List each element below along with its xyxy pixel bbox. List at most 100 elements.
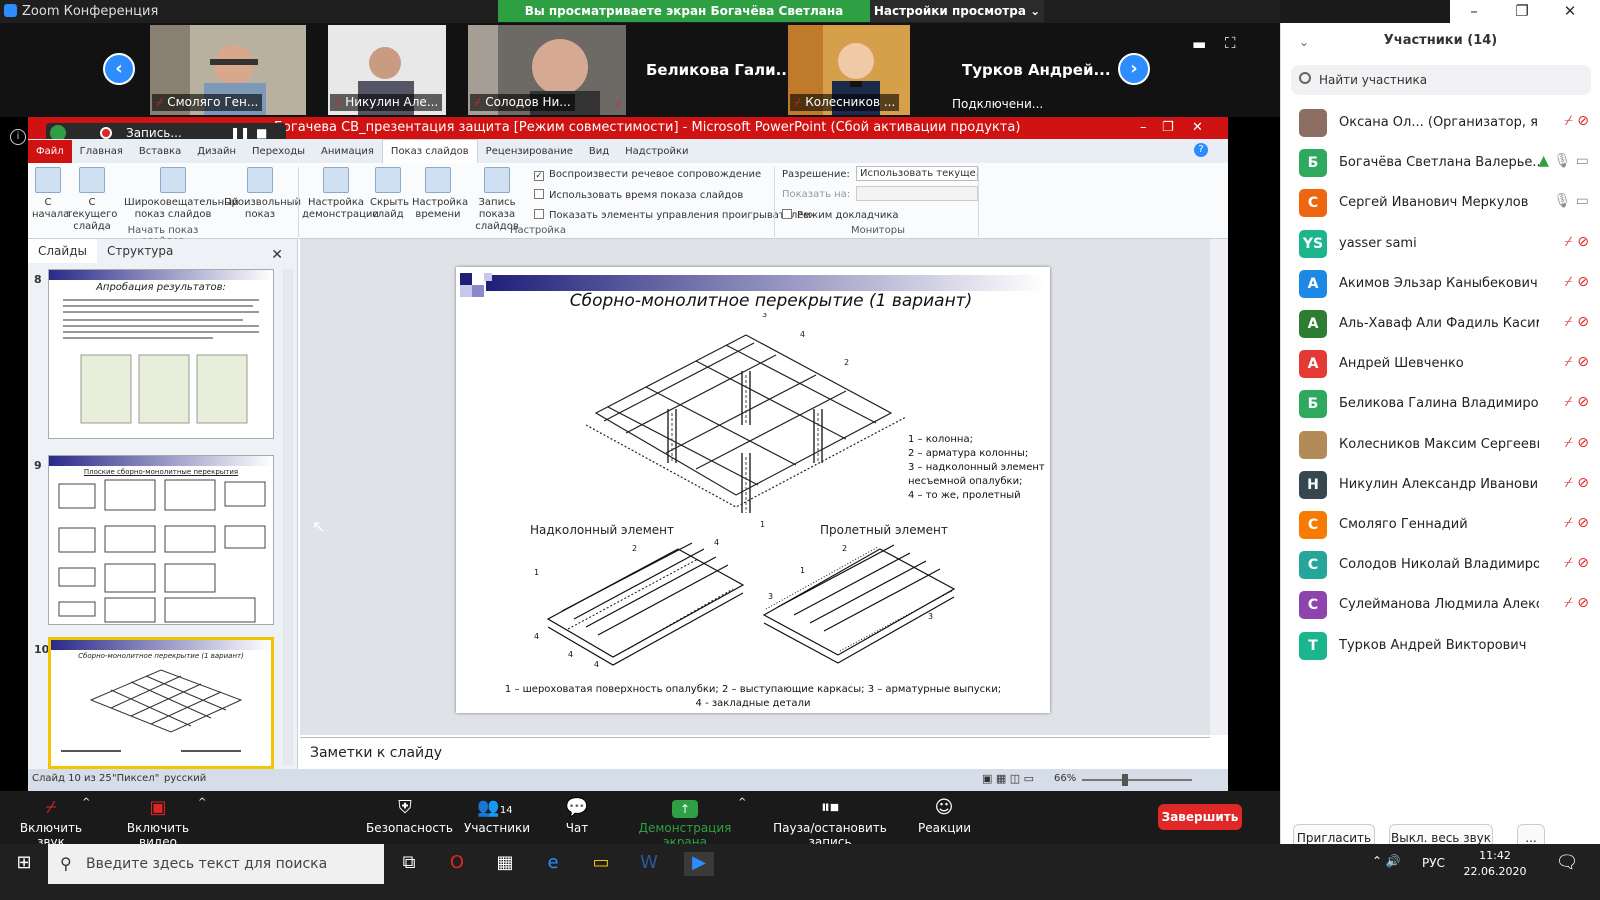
tab-home[interactable]: Главная [72,140,131,163]
presenter-view-checkbox[interactable]: Режим докладчика [782,209,899,221]
participant-row[interactable]: Т Турков Андрей Викторович [1281,626,1600,666]
resolution-select[interactable]: Использовать текуще... [856,166,978,181]
record-show-button[interactable]: Запись показа слайдов [464,167,530,233]
tab-insert[interactable]: Вставка [131,140,189,163]
help-icon[interactable]: ? [1194,143,1208,157]
narration-checkbox[interactable]: ✓ Воспроизвести речевое сопровождение [534,169,761,181]
participant-row[interactable]: Б Беликова Галина Владимировна ⌿ ⊘ [1281,384,1600,424]
custom-show-button[interactable]: Произвольный показ [224,167,301,221]
video-tile[interactable]: ⌿ Солодов Ни... ⌿ [468,25,626,115]
previous-page-button[interactable]: ‹ [103,53,135,85]
input-language[interactable]: РУС [1422,856,1445,870]
tile-name-only[interactable]: Беликова Гали... [646,61,793,79]
word-icon[interactable]: W [636,852,662,876]
system-tray-icons[interactable]: ⌃ 🔊 [1372,854,1401,868]
task-view-icon[interactable]: ⧉ [396,852,422,876]
security-button[interactable]: ⛨ Безопасность [366,797,453,835]
svg-text:4: 4 [714,539,719,547]
show-on-select[interactable] [856,186,978,201]
thumb-drawing [61,669,243,752]
edge-icon[interactable]: e [540,852,566,876]
current-slide[interactable]: Сборно-монолитное перекрытие (1 вариант) [456,267,1050,713]
tile-name-only[interactable]: Турков Андрей... [962,61,1111,79]
participant-row[interactable]: Колесников Максим Сергеевич ... ⌿ ⊘ [1281,425,1600,465]
close-button[interactable]: ✕ [1546,0,1594,22]
participant-row[interactable]: Н Никулин Александр Иванович ⌿ ⊘ [1281,465,1600,505]
zoom-taskbar-icon[interactable]: ▶ [684,852,714,876]
audio-options-chevron-icon[interactable]: ^ [82,797,90,808]
chat-button[interactable]: 💬 Чат [562,797,592,835]
file-explorer-icon[interactable]: ▭ [588,852,614,876]
participants-button[interactable]: 👥14 Участники [464,797,530,835]
participant-row[interactable]: С Смоляго Геннадий ⌿ ⊘ [1281,505,1600,545]
calculator-icon[interactable]: ▦ [492,852,518,876]
pause-stop-recording-button[interactable]: ⏸⏹ Пауза/остановить запись [760,797,900,849]
windows-start-icon[interactable]: ⊞ [11,852,37,876]
zoom-thumb[interactable] [1122,774,1128,786]
participant-row[interactable]: Б Богачёва Светлана Валерье... ▲ 🎙 ▭ [1281,143,1600,183]
participant-row[interactable]: С Сергей Иванович Меркулов 🎙 ▭ [1281,183,1600,223]
muted-mic-icon: ⌿ [156,95,164,109]
hide-slide-button[interactable]: Скрыть слайд [370,167,409,221]
end-meeting-button[interactable]: Завершить [1158,804,1242,830]
taskbar-search-input[interactable]: ⚲ Введите здесь текст для поиска [48,844,384,884]
video-options-chevron-icon[interactable]: ^ [198,797,206,808]
info-icon[interactable]: i [10,129,26,145]
video-tile[interactable]: ⌿ Никулин Але... [328,25,446,115]
tab-design[interactable]: Дизайн [189,140,244,163]
tab-file[interactable]: Файл [28,140,72,163]
maximize-button[interactable]: ❐ [1498,0,1546,22]
tab-outline[interactable]: Структура [97,239,183,263]
tab-addins[interactable]: Надстройки [617,140,696,163]
gallery-view-icon[interactable]: ▬ [1192,35,1206,53]
close-pane-icon[interactable]: ✕ [261,242,293,268]
participant-row[interactable]: А Аль-Хаваф Али Фадиль Касим ⌿ ⊘ [1281,304,1600,344]
player-controls-checkbox[interactable]: Показать элементы управления проигрывате… [534,209,811,221]
timings-checkbox[interactable]: Использовать время показа слайдов [534,189,743,201]
pp-close-button[interactable]: ✕ [1192,117,1203,139]
participant-row[interactable]: С Солодов Николай Владимирович ⌿ ⊘ [1281,545,1600,585]
from-beginning-button[interactable]: С начала [32,167,69,221]
slide-thumbnail-selected[interactable]: Сборно-монолитное перекрытие (1 вариант) [48,637,274,769]
zoom-slider[interactable] [1082,779,1192,781]
minimize-button[interactable]: – [1450,0,1498,22]
from-current-button[interactable]: С текущего слайда [66,167,118,233]
broadcast-button[interactable]: Широковещательный показ слайдов [124,167,239,221]
clock[interactable]: 11:42 22.06.2020 [1460,848,1530,880]
start-video-button[interactable]: ▣ Включить видео [112,797,204,849]
participant-row[interactable]: Оксана Ол... (Организатор, я) ⌿ ⊘ [1281,103,1600,143]
reactions-button[interactable]: ☺ Реакции [918,797,971,835]
participant-search-input[interactable]: Найти участника [1291,65,1591,95]
slide-thumbnail[interactable]: Плоские сборно-монолитные перекрытия [48,455,274,625]
participant-row[interactable]: А Акимов Эльзар Каныбекович ⌿ ⊘ [1281,264,1600,304]
tab-animation[interactable]: Анимация [313,140,382,163]
notes-pane[interactable]: Заметки к слайду [300,737,1210,769]
slide-scrollbar[interactable] [1210,239,1228,735]
fullscreen-icon[interactable]: ⛶ [1225,34,1236,52]
participant-row[interactable]: А Андрей Шевченко ⌿ ⊘ [1281,344,1600,384]
tab-slides[interactable]: Слайды [28,239,97,263]
view-options-button[interactable]: Настройки просмотра ⌄ [870,0,1044,22]
share-screen-button[interactable]: ↑ Демонстрация экрана [622,797,748,849]
language[interactable]: русский [164,773,206,784]
pp-minimize-button[interactable]: – [1140,117,1147,139]
share-options-chevron-icon[interactable]: ^ [738,797,746,808]
view-buttons[interactable]: ▣ ▦ ◫ ▭ [982,772,1034,785]
slides-scrollbar[interactable] [283,269,293,765]
next-page-button[interactable]: › [1118,53,1150,85]
setup-show-button[interactable]: Настройка демонстрации [302,167,379,221]
participant-row[interactable]: YS yasser sami ⌿ ⊘ [1281,224,1600,264]
slide-thumbnail[interactable]: Апробация результатов: [48,269,274,439]
tab-view[interactable]: Вид [581,140,617,163]
tab-transitions[interactable]: Переходы [244,140,313,163]
tab-slideshow[interactable]: Показ слайдов [381,139,478,163]
participant-row[interactable]: С Сулейманова Людмила Алексан... ⌿ ⊘ [1281,585,1600,625]
tab-review[interactable]: Рецензирование [478,140,581,163]
rehearse-timings-button[interactable]: Настройка времени [412,167,468,221]
video-tile[interactable]: ⌿ Смоляго Ген... [150,25,306,115]
notifications-icon[interactable]: 🗨 [1554,852,1580,876]
zoom-level[interactable]: 66% [1054,773,1076,784]
opera-icon[interactable]: O [444,852,470,876]
video-tile[interactable]: ⌿ Колесников ... [788,25,910,115]
pp-restore-button[interactable]: ❐ [1162,117,1174,139]
